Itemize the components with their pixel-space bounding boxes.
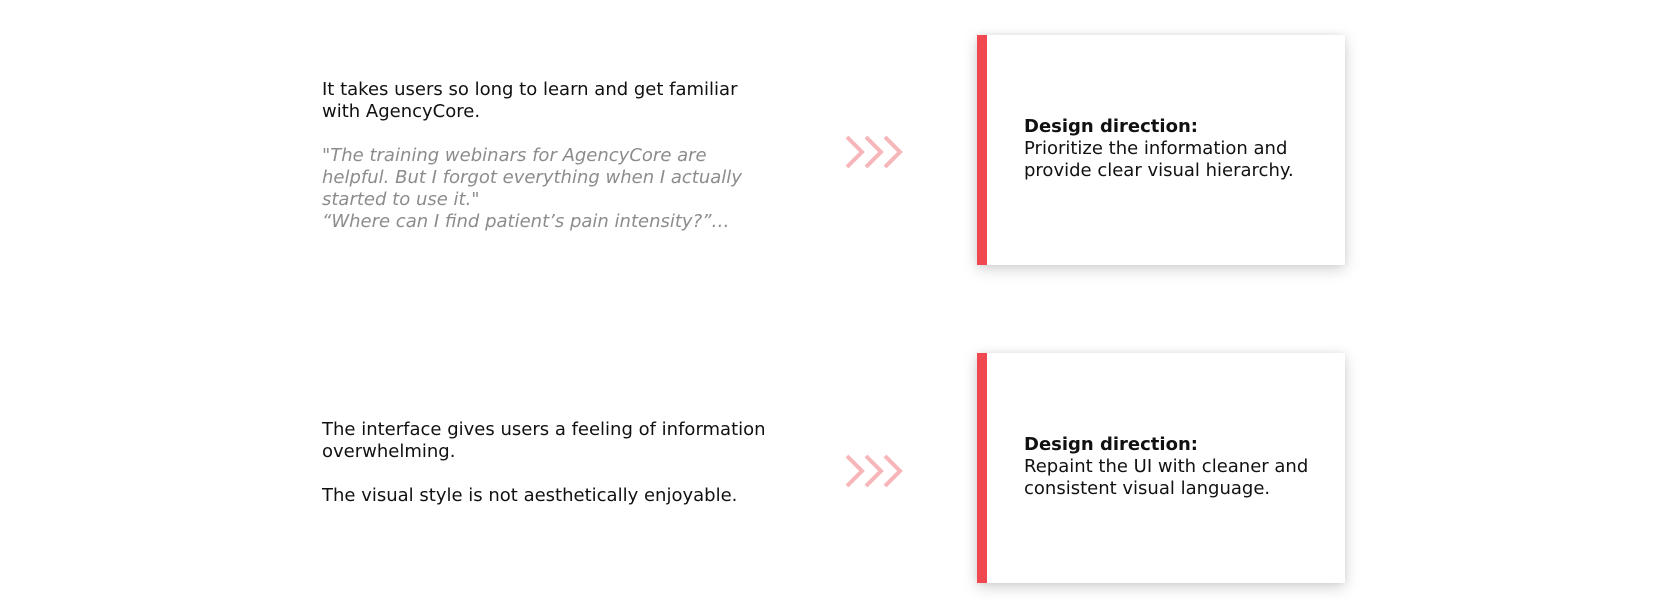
user-quotes: "The training webinars for AgencyCore ar… xyxy=(322,145,772,233)
triple-chevron-right-icon xyxy=(845,454,903,488)
insight-row-2: The interface gives users a feeling of i… xyxy=(0,318,1663,616)
problem-statement: The interface gives users a feeling of i… xyxy=(322,419,766,462)
card-accent-bar xyxy=(977,353,987,583)
problem-description: The interface gives users a feeling of i… xyxy=(322,419,772,507)
card-description: Prioritize the information and provide c… xyxy=(1024,138,1294,181)
card-title: Design direction: xyxy=(1024,116,1198,137)
card-content: Design direction: Prioritize the informa… xyxy=(1024,116,1324,182)
card-content: Design direction: Repaint the UI with cl… xyxy=(1024,434,1324,500)
card-description: Repaint the UI with cleaner and consiste… xyxy=(1024,456,1309,499)
design-direction-card: Design direction: Prioritize the informa… xyxy=(977,35,1345,265)
problem-statement: The visual style is not aesthetically en… xyxy=(322,485,738,506)
card-title: Design direction: xyxy=(1024,434,1198,455)
problem-statement: It takes users so long to learn and get … xyxy=(322,79,738,122)
problem-description: It takes users so long to learn and get … xyxy=(322,79,772,233)
user-quote: “Where can I find patient’s pain intensi… xyxy=(322,211,730,232)
triple-chevron-right-icon xyxy=(845,135,903,169)
insight-row-1: It takes users so long to learn and get … xyxy=(0,0,1663,300)
card-accent-bar xyxy=(977,35,987,265)
user-quote: "The training webinars for AgencyCore ar… xyxy=(322,145,742,210)
design-direction-card: Design direction: Repaint the UI with cl… xyxy=(977,353,1345,583)
